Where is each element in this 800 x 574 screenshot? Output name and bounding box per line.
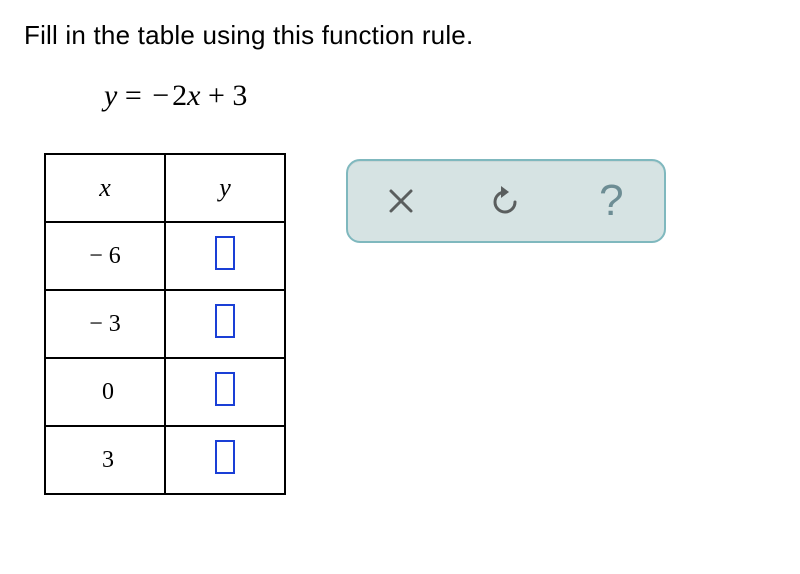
x-cell: 0 [45,358,165,426]
y-input[interactable] [215,236,235,270]
undo-icon [489,184,523,218]
table-row: −6 [45,222,285,290]
help-icon: ? [599,179,623,223]
x-value: 3 [102,447,114,473]
y-input[interactable] [215,304,235,338]
x-value: 3 [109,311,121,337]
formula-const: 3 [232,79,247,112]
x-cell: −3 [45,290,165,358]
formula-lhs: y [104,79,117,112]
x-cell: 3 [45,426,165,494]
formula-coef-sign: − [152,79,169,112]
y-cell [165,358,285,426]
y-input[interactable] [215,440,235,474]
help-button[interactable]: ? [581,171,641,231]
y-cell [165,426,285,494]
x-cell: −6 [45,222,165,290]
y-cell [165,290,285,358]
x-value: 0 [102,379,114,405]
header-x: x [45,154,165,222]
x-sign: − [89,311,103,337]
undo-button[interactable] [476,171,536,231]
close-icon [386,186,416,216]
table-header-row: x y [45,154,285,222]
function-rule: y = −2x + 3 [104,79,776,113]
instruction-text: Fill in the table using this function ru… [24,20,776,51]
formula-op: + [208,79,225,112]
x-value: 6 [109,243,121,269]
formula-equals: = [125,79,142,112]
y-cell [165,222,285,290]
toolbar: ? [346,159,666,243]
table-row: 3 [45,426,285,494]
function-table: x y −6 −3 0 3 [44,153,286,495]
x-sign: − [89,243,103,269]
y-input[interactable] [215,372,235,406]
header-y: y [165,154,285,222]
formula-var: x [187,79,200,112]
formula-coef: 2 [172,79,187,112]
table-row: −3 [45,290,285,358]
close-button[interactable] [371,171,431,231]
table-row: 0 [45,358,285,426]
